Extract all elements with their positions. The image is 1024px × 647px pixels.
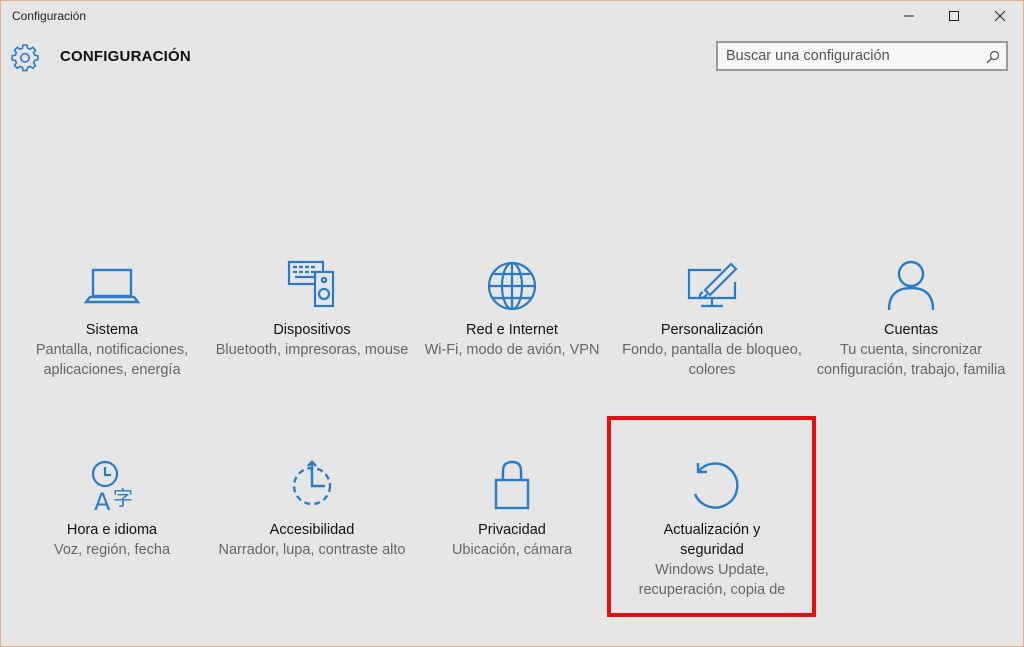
tile-accesibilidad[interactable]: Accesibilidad Narrador, lupa, contraste …: [212, 458, 412, 560]
tile-description: Wi-Fi, modo de avión, VPN: [424, 342, 600, 358]
tile-dispositivos[interactable]: Dispositivos Bluetooth, impresoras, mous…: [212, 258, 412, 360]
tile-description: Ubicación, cámara: [451, 542, 573, 558]
tile-description: Tu cuenta, sincronizar configuración, tr…: [816, 342, 1006, 378]
close-icon: [994, 10, 1006, 22]
tile-description: Voz, región, fecha: [53, 542, 171, 558]
search-box[interactable]: [716, 41, 1008, 71]
laptop-icon: [83, 268, 141, 304]
tile-sistema[interactable]: Sistema Pantalla, notificaciones, aplica…: [12, 258, 212, 380]
tile-description: Fondo, pantalla de bloqueo, colores: [622, 342, 802, 378]
tile-name: Cuentas: [883, 322, 938, 338]
tile-name: Accesibilidad: [269, 522, 355, 538]
maximize-button[interactable]: [931, 0, 977, 32]
tile-name: Dispositivos: [273, 322, 351, 338]
title-bar: Configuración: [0, 0, 1024, 32]
tile-privacidad[interactable]: Privacidad Ubicación, cámara: [412, 458, 612, 560]
tile-name: Sistema: [85, 322, 139, 338]
tile-actualizacion-y-seguridad[interactable]: Actualización y seguridad Windows Update…: [612, 458, 812, 600]
tile-name: Privacidad: [478, 522, 546, 538]
page-title: CONFIGURACIÓN: [60, 48, 191, 65]
window-title: Configuración: [12, 9, 87, 23]
time-language-icon: A 字: [91, 460, 133, 516]
tile-name: Personalización: [660, 322, 764, 338]
svg-text:A: A: [94, 488, 111, 516]
tile-description: Narrador, lupa, contraste alto: [218, 542, 406, 558]
search-icon[interactable]: [986, 50, 1000, 64]
tile-cuentas[interactable]: Cuentas Tu cuenta, sincronizar configura…: [811, 258, 1011, 380]
personalization-icon: [687, 262, 738, 308]
tile-red-e-internet[interactable]: Red e Internet Wi-Fi, modo de avión, VPN: [412, 258, 612, 360]
header: CONFIGURACIÓN: [0, 36, 1024, 80]
person-icon: [887, 260, 935, 311]
maximize-icon: [949, 11, 959, 21]
lock-icon: [494, 460, 530, 510]
accessibility-icon: [292, 460, 332, 506]
search-input[interactable]: [726, 47, 976, 65]
gear-icon: [11, 44, 39, 72]
tile-description: Bluetooth, impresoras, mouse: [215, 342, 409, 358]
globe-icon: [487, 261, 537, 311]
close-button[interactable]: [977, 0, 1023, 32]
tile-personalizacion[interactable]: Personalización Fondo, pantalla de bloqu…: [612, 258, 812, 380]
update-icon: [693, 462, 739, 509]
tile-name: Red e Internet: [466, 322, 558, 338]
tile-name: Hora e idioma: [66, 522, 158, 538]
devices-icon: [287, 260, 335, 308]
minimize-button[interactable]: [886, 0, 932, 32]
tile-description: Pantalla, notificaciones, aplicaciones, …: [35, 342, 189, 378]
tile-name: Actualización y seguridad: [663, 522, 761, 558]
tile-hora-e-idioma[interactable]: A 字 Hora e idioma Voz, región, fecha: [12, 458, 212, 560]
minimize-icon: [904, 15, 914, 17]
tile-description: Windows Update, recuperación, copia de: [638, 562, 786, 598]
svg-text:字: 字: [113, 486, 133, 510]
